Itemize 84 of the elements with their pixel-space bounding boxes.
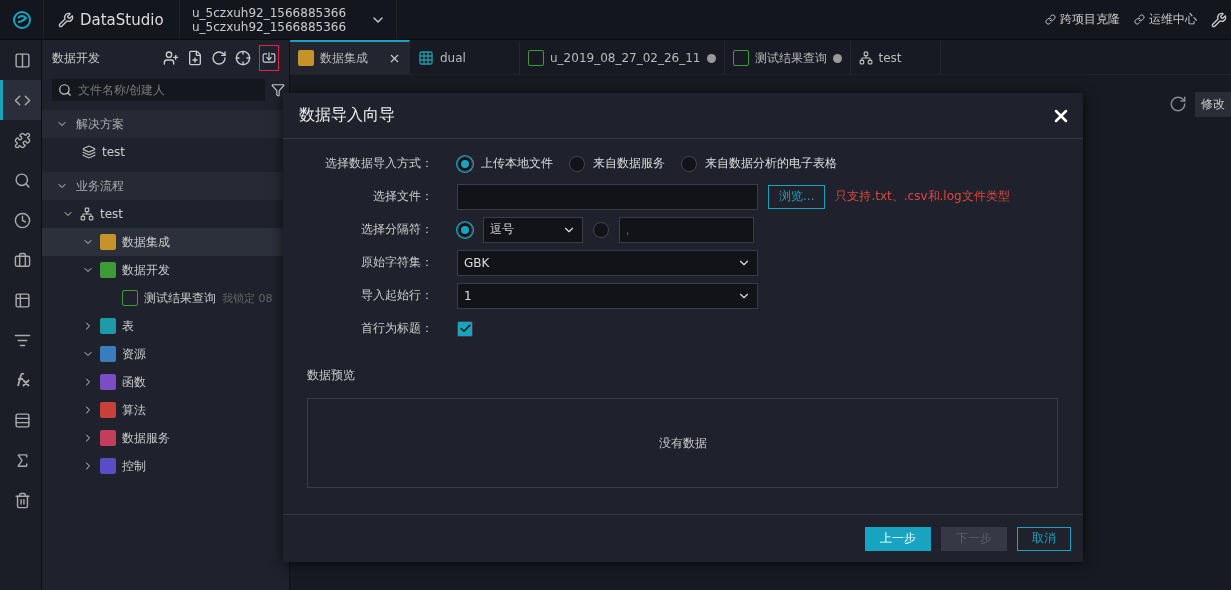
tree-item[interactable]: test [42, 138, 289, 166]
table-icon [418, 50, 434, 66]
file-type-hint: 只支持.txt、.csv和.log文件类型 [835, 188, 1010, 205]
menu-icon [13, 51, 31, 69]
stack-icon [13, 411, 31, 429]
tree-item-label: 算法 [122, 401, 146, 419]
radio-option[interactable]: 上传本地文件 [457, 155, 553, 172]
locate-icon[interactable] [235, 50, 251, 66]
link-icon [1045, 14, 1056, 25]
link-icon [1134, 14, 1145, 25]
field-label: 原始字符集： [360, 254, 433, 271]
editor-tab[interactable]: 数据集成 [290, 40, 410, 74]
tree-item[interactable]: 函数 [42, 368, 289, 396]
trash-icon [13, 491, 31, 509]
browse-button[interactable]: 浏览... [768, 184, 826, 209]
import-button[interactable] [259, 45, 279, 71]
search-icon [13, 171, 31, 189]
editor-tab[interactable]: dual [410, 40, 520, 74]
refresh-icon[interactable] [211, 50, 227, 66]
search-field[interactable]: 文件名称/创建人 [52, 79, 265, 101]
hierarchy-icon [858, 51, 873, 65]
logo-icon [11, 9, 32, 30]
clock-icon [13, 211, 31, 229]
radio-option[interactable]: 来自数据分析的电子表格 [681, 155, 837, 172]
tree-item-label: 测试结果查询 [144, 289, 216, 307]
tree-item[interactable]: 控制 [42, 452, 289, 480]
tree-item-label: 数据服务 [122, 429, 170, 447]
field-label: 选择数据导入方式： [324, 155, 433, 172]
dialog-button[interactable]: 取消 [1017, 526, 1071, 551]
radio-icon[interactable] [457, 221, 473, 238]
field-label: 选择分隔符： [360, 221, 433, 238]
panel-title: 数据开发 [52, 49, 101, 67]
rail-button[interactable] [0, 80, 41, 120]
radio-icon[interactable] [593, 221, 609, 238]
file-input-field[interactable] [457, 183, 758, 210]
tree-item-label: 表 [122, 317, 134, 335]
user-icon[interactable] [163, 50, 179, 66]
start-row-select[interactable]: 1 [457, 282, 758, 309]
tree-item-label: 数据集成 [122, 233, 170, 251]
briefcase-icon [13, 251, 31, 269]
checkbox[interactable] [457, 320, 473, 337]
hierarchy-icon [80, 207, 94, 221]
filter-icon[interactable] [271, 83, 285, 97]
wrench-icon[interactable] [1211, 11, 1227, 28]
modify-button[interactable]: 修改 [1195, 91, 1231, 117]
field-label: 选择文件： [372, 188, 433, 205]
delimiter-select[interactable]: 逗号 [483, 216, 583, 243]
tree-item[interactable]: test [42, 200, 289, 228]
puzzle-icon [13, 131, 31, 149]
dialog-title: 数据导入向导 [299, 105, 395, 126]
header-link[interactable]: 运维中心 [1134, 0, 1197, 39]
tree-item-label: 控制 [122, 457, 146, 475]
empty-message: 没有数据 [658, 434, 707, 452]
tree-item-label: test [100, 207, 124, 221]
tree-item[interactable]: 数据服务 [42, 424, 289, 452]
editor-tab[interactable]: 测试结果查询 [724, 40, 851, 74]
tree-item[interactable]: 算法 [42, 396, 289, 424]
layers-icon [82, 145, 96, 159]
field-label: 导入起始行： [360, 287, 433, 304]
delimiter-input-field[interactable]: , [619, 216, 754, 243]
tree-item[interactable]: 数据开发 [42, 256, 289, 284]
tree-item[interactable]: 测试结果查询 我锁定 08 [42, 284, 289, 312]
import-icon [262, 51, 276, 65]
charset-select[interactable]: GBK [457, 249, 758, 276]
tree-item-label: 资源 [122, 345, 146, 363]
field-label: 首行为标题： [360, 320, 433, 337]
table-icon [13, 291, 31, 309]
section-title: 数据预览 [307, 367, 356, 384]
tools-icon [58, 11, 74, 28]
tree-item-label: 函数 [122, 373, 146, 391]
radio-option[interactable]: 来自数据服务 [569, 155, 665, 172]
product-name: DataStudio [80, 10, 164, 29]
tree-item[interactable]: 资源 [42, 340, 289, 368]
lock-note: 我锁定 08 [222, 290, 273, 306]
tree-item[interactable]: 表 [42, 312, 289, 340]
header-link[interactable]: 跨项目克隆 [1045, 0, 1120, 39]
editor-tab[interactable]: u_2019_08_27_02_26_11 [520, 40, 725, 74]
refresh-icon[interactable] [1169, 95, 1187, 113]
new-file-icon[interactable] [187, 50, 203, 66]
editor-tab[interactable]: test [850, 40, 941, 74]
search-icon [58, 83, 72, 97]
tree-item-label: 数据开发 [122, 261, 170, 279]
tree-item-label: test [102, 145, 126, 159]
account-selector[interactable]: u_5czxuh92_1566885366 u_5czxuh92_1566885366 [180, 0, 398, 39]
